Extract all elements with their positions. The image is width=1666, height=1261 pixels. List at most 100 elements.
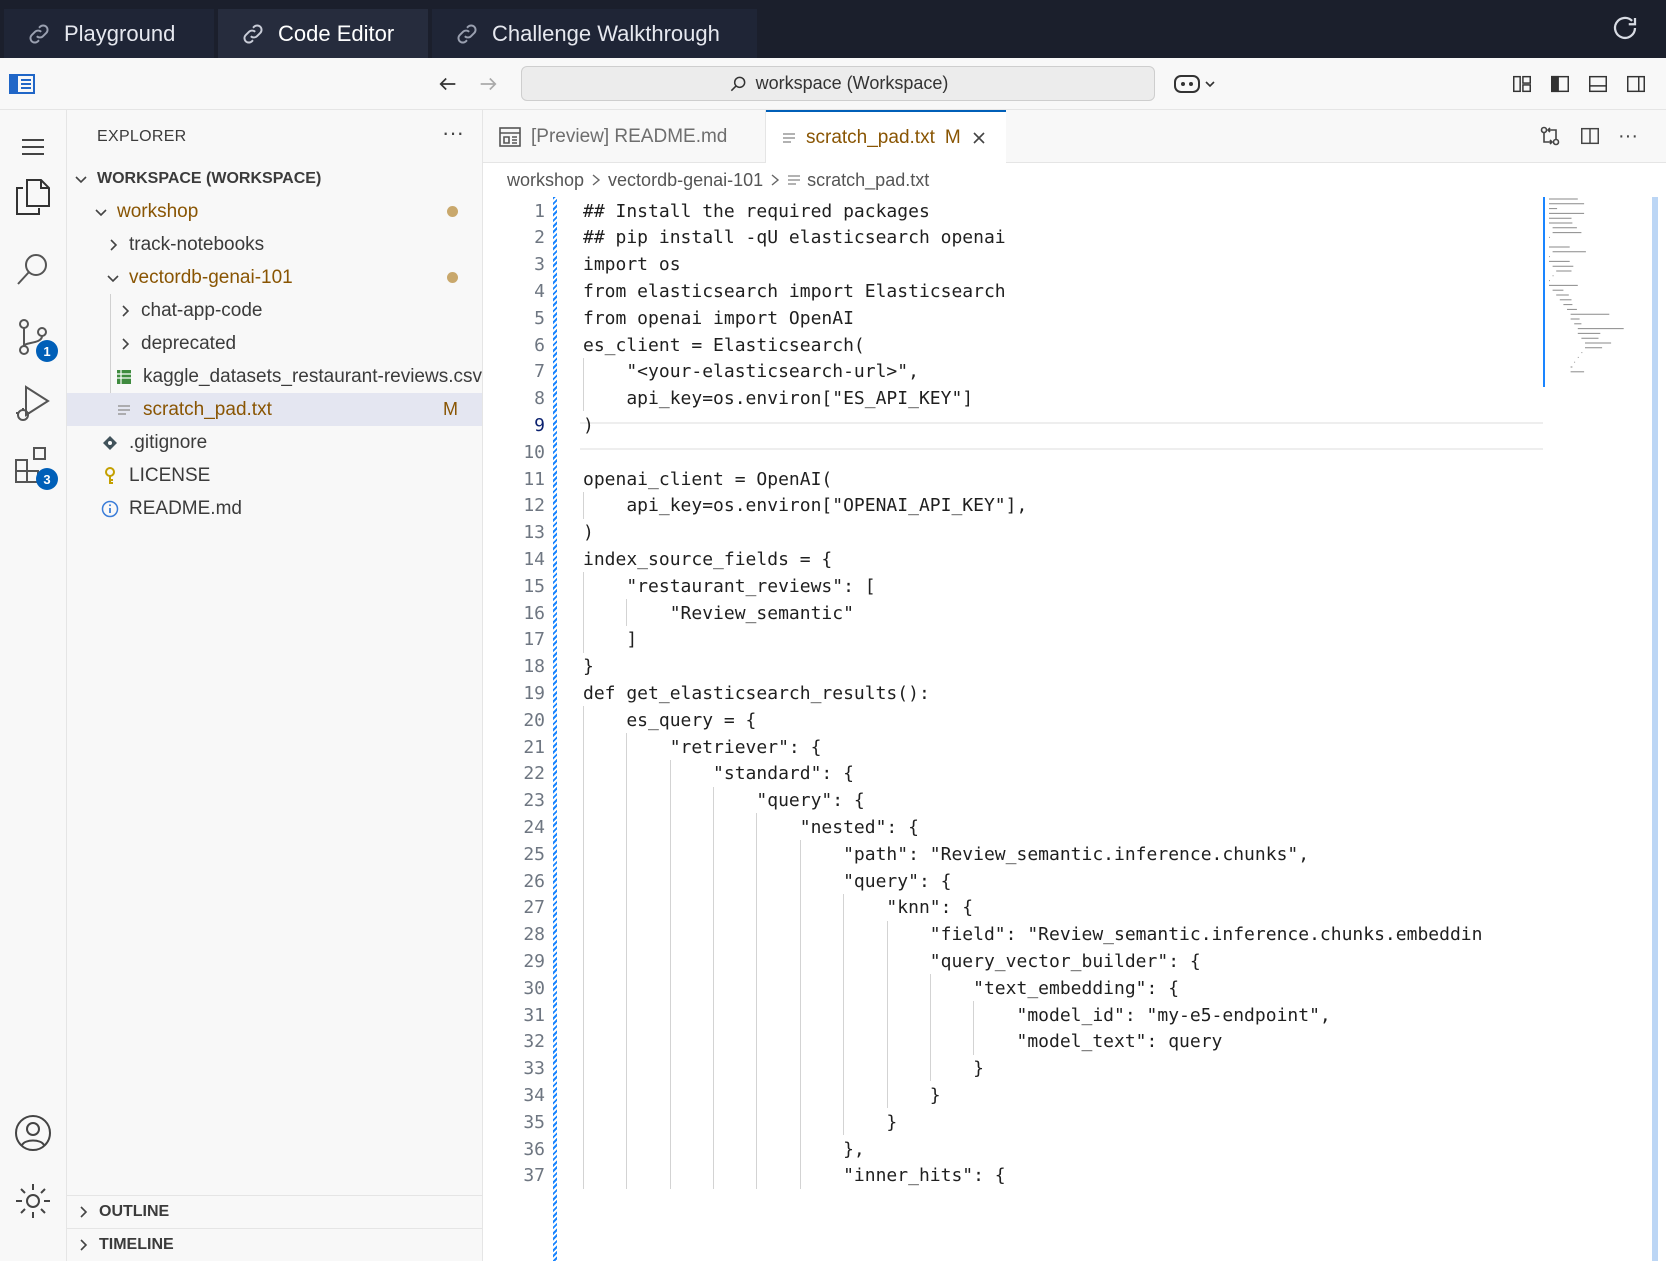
code-text: "standard": {	[583, 763, 854, 785]
code-line[interactable]: 14 index_source_fields = {	[483, 545, 1543, 573]
line-number: 15	[523, 575, 545, 597]
indent-guide	[799, 893, 801, 921]
code-line[interactable]: 20 es_query = {	[483, 706, 1543, 734]
manage-gear-icon[interactable]	[10, 1178, 56, 1224]
app-logo-icon[interactable]	[8, 70, 36, 98]
code-line[interactable]: 4 from elasticsearch import Elasticsearch	[483, 277, 1543, 305]
top-tab-bar: Playground Code Editor Challenge Walkthr…	[0, 0, 1666, 58]
code-line[interactable]: 16 "Review_semantic"	[483, 599, 1543, 627]
code-line[interactable]: 36 },	[483, 1135, 1543, 1163]
split-editor-icon[interactable]	[1576, 122, 1604, 150]
code-line[interactable]: 22 "standard": {	[483, 760, 1543, 788]
code-text: ## Install the required packages	[583, 200, 930, 222]
breadcrumb-item[interactable]: vectordb-genai-101	[608, 170, 763, 191]
source-control-icon[interactable]: 1	[10, 314, 58, 362]
code-line[interactable]: 2 ## pip install -qU elasticsearch openai	[483, 224, 1543, 252]
minimap[interactable]	[1543, 197, 1647, 387]
indent-guide	[713, 1081, 715, 1109]
code-line[interactable]: 8 api_key=os.environ["ES_API_KEY"]	[483, 385, 1543, 413]
explorer-files-icon[interactable]	[10, 174, 56, 220]
code-line[interactable]: 12 api_key=os.environ["OPENAI_API_KEY"],	[483, 492, 1543, 520]
extensions-icon[interactable]: 3	[10, 442, 58, 490]
menu-icon[interactable]	[10, 124, 56, 170]
line-number: 2	[534, 227, 545, 249]
code-line[interactable]: 19 def get_elasticsearch_results():	[483, 679, 1543, 707]
breadcrumb-item[interactable]: scratch_pad.txt	[807, 170, 929, 191]
code-line[interactable]: 10	[483, 438, 1543, 466]
code-line[interactable]: 29 "query_vector_builder": {	[483, 947, 1543, 975]
code-line[interactable]: 3 import os	[483, 251, 1543, 279]
code-line[interactable]: 17 ]	[483, 626, 1543, 654]
explorer-more-actions-icon[interactable]: ···	[442, 120, 464, 146]
code-line[interactable]: 15 "restaurant_reviews": [	[483, 572, 1543, 600]
open-changes-icon[interactable]	[1536, 122, 1564, 150]
tree-item-workshop[interactable]: workshop	[67, 195, 482, 228]
editor-tab-readme-preview[interactable]: [Preview] README.md	[483, 110, 766, 163]
tree-item-readme[interactable]: README.md	[67, 492, 482, 525]
code-text: api_key=os.environ["ES_API_KEY"]	[583, 388, 974, 410]
code-line[interactable]: 24 "nested": {	[483, 813, 1543, 841]
workspace-root[interactable]: WORKSPACE (WORKSPACE)	[67, 162, 482, 195]
copilot-icon[interactable]	[1172, 68, 1218, 100]
tab-challenge-walkthrough[interactable]: Challenge Walkthrough	[432, 9, 757, 58]
accounts-icon[interactable]	[10, 1110, 56, 1156]
indent-guide	[799, 867, 801, 894]
run-and-debug-icon[interactable]	[10, 380, 56, 426]
indent-guide	[886, 1001, 888, 1028]
code-line[interactable]: 11 openai_client = OpenAI(	[483, 465, 1543, 493]
tree-item-chat-app-code[interactable]: chat-app-code	[67, 294, 482, 327]
code-line[interactable]: 18}	[483, 653, 1543, 681]
customize-layout-icon[interactable]	[1508, 70, 1536, 98]
editor-tab-scratch-pad[interactable]: scratch_pad.txt M	[766, 110, 1006, 164]
code-line[interactable]: 21 "retriever": {	[483, 733, 1543, 761]
code-line[interactable]: 7 "<your-elasticsearch-url>",	[483, 358, 1543, 386]
toggle-panel-icon[interactable]	[1584, 70, 1612, 98]
indent-guide	[886, 1081, 888, 1109]
code-line[interactable]: 27 "knn": {	[483, 894, 1543, 922]
code-line[interactable]: 9)	[483, 411, 1543, 439]
code-line[interactable]: 30 "text_embedding": {	[483, 974, 1543, 1002]
code-editor[interactable]: 1 ## Install the required packages 2 ## pip…	[483, 197, 1543, 1261]
tree-item-license[interactable]: LICENSE	[67, 459, 482, 492]
tree-item-vectordb-genai-101[interactable]: vectordb-genai-101	[67, 261, 482, 294]
vertical-scrollbar[interactable]	[1652, 197, 1658, 1261]
back-arrow-icon[interactable]	[434, 70, 462, 98]
code-line[interactable]: 26 "query": {	[483, 867, 1543, 895]
tree-item-track-notebooks[interactable]: track-notebooks	[67, 228, 482, 261]
indent-guide	[583, 572, 584, 599]
command-center-search[interactable]: workspace (Workspace)	[521, 66, 1155, 101]
editor-more-actions-icon[interactable]: ···	[1614, 122, 1642, 150]
close-icon[interactable]	[971, 130, 987, 146]
tree-item-csv[interactable]: kaggle_datasets_restaurant-reviews.csv	[67, 360, 482, 393]
code-line[interactable]: 25 "path": "Review_semantic.inference.ch…	[483, 840, 1543, 868]
scrollbar-thumb[interactable]	[1652, 197, 1658, 1261]
outline-section[interactable]: OUTLINE	[67, 1195, 482, 1228]
search-icon[interactable]	[10, 246, 56, 292]
tab-code-editor[interactable]: Code Editor	[218, 9, 428, 58]
code-line[interactable]: 13)	[483, 519, 1543, 547]
code-line[interactable]: 32 "model_text": query	[483, 1028, 1543, 1056]
indent-guide	[626, 840, 628, 867]
code-line[interactable]: 35 }	[483, 1108, 1543, 1136]
timeline-section[interactable]: TIMELINE	[67, 1228, 482, 1261]
code-line[interactable]: 37 "inner_hits": {	[483, 1162, 1543, 1190]
tree-item-scratch-pad[interactable]: scratch_pad.txt M	[67, 393, 482, 426]
code-line[interactable]: 33 }	[483, 1055, 1543, 1083]
code-line[interactable]: 28 "field": "Review_semantic.inference.c…	[483, 921, 1543, 949]
indent-guide	[843, 1027, 845, 1055]
tree-item-gitignore[interactable]: .gitignore	[67, 426, 482, 459]
refresh-icon[interactable]	[1610, 13, 1640, 43]
tree-item-deprecated[interactable]: deprecated	[67, 327, 482, 360]
breadcrumb-item[interactable]: workshop	[507, 170, 584, 191]
forward-arrow-icon[interactable]	[474, 70, 502, 98]
code-line[interactable]: 5 from openai import OpenAI	[483, 304, 1543, 332]
code-line[interactable]: 23 "query": {	[483, 787, 1543, 815]
toggle-primary-sidebar-icon[interactable]	[1546, 70, 1574, 98]
tab-playground[interactable]: Playground	[4, 9, 214, 58]
code-line[interactable]: 34 }	[483, 1081, 1543, 1109]
code-line[interactable]: 6 es_client = Elasticsearch(	[483, 331, 1543, 359]
code-line[interactable]: 31 "model_id": "my-e5-endpoint",	[483, 1001, 1543, 1029]
code-line[interactable]: 1 ## Install the required packages	[483, 197, 1543, 225]
toggle-secondary-sidebar-icon[interactable]	[1622, 70, 1650, 98]
indent-guide	[799, 1081, 801, 1109]
